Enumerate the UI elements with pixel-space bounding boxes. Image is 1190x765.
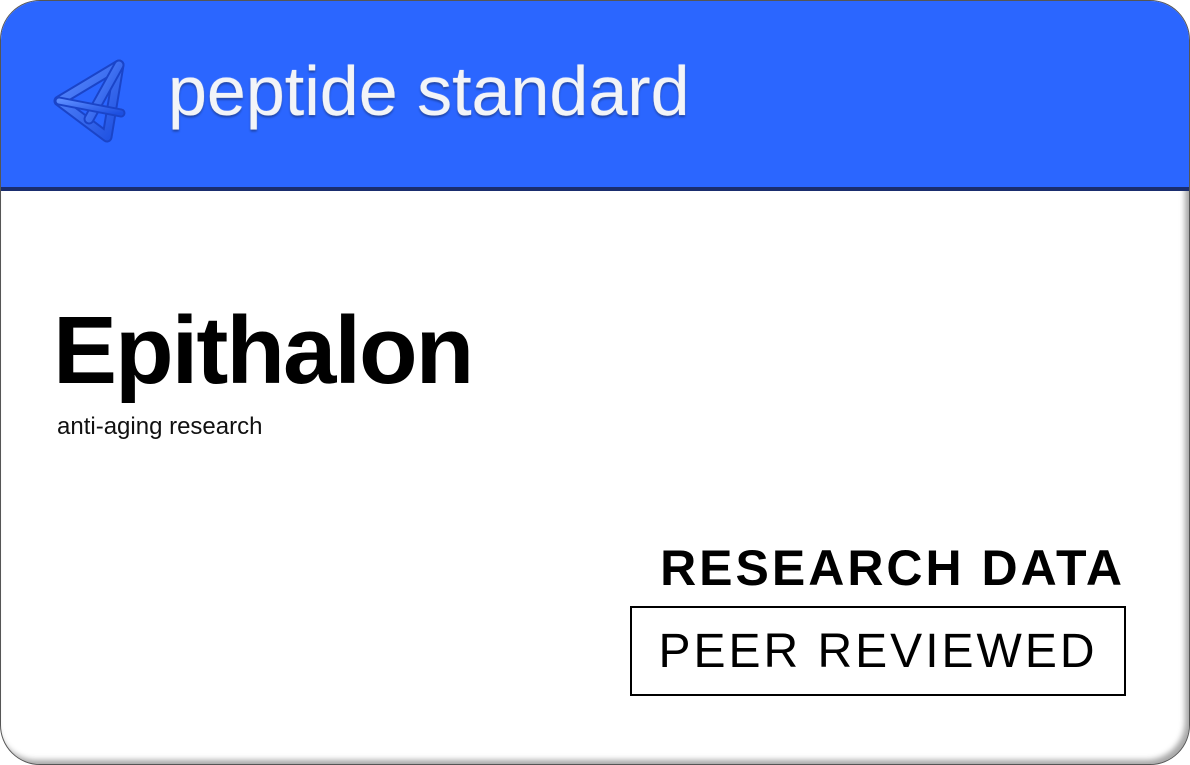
product-card: peptide standard Epithalon anti-aging re… bbox=[0, 0, 1190, 765]
peer-reviewed-badge: PEER REVIEWED bbox=[630, 606, 1126, 696]
product-name: Epithalon bbox=[53, 297, 474, 404]
product-subtitle: anti-aging research bbox=[57, 413, 263, 440]
research-data-label: RESEARCH DATA bbox=[660, 540, 1125, 596]
peer-reviewed-text: PEER REVIEWED bbox=[658, 624, 1098, 678]
brand-name: peptide standard bbox=[168, 52, 690, 130]
triangular-knot-icon bbox=[53, 59, 126, 143]
card-header: peptide standard bbox=[1, 1, 1189, 191]
